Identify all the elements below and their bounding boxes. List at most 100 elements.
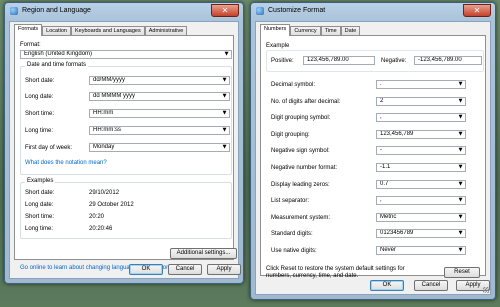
tab-formats[interactable]: Formats bbox=[14, 24, 43, 36]
positive-example-field: 123,456,789.00 bbox=[303, 56, 375, 65]
long-date-value: dd MMMM yyyy bbox=[93, 93, 135, 99]
setting-label: List separator: bbox=[271, 198, 310, 205]
setting-value: - bbox=[380, 147, 382, 154]
setting-select[interactable]: . ▼ bbox=[376, 80, 466, 89]
setting-label: Digit grouping symbol: bbox=[271, 115, 331, 122]
setting-select[interactable]: 123,456,789 ▼ bbox=[376, 129, 466, 139]
negative-example-field: -123,456,789.00 bbox=[414, 56, 482, 65]
reset-hint-line-1: Click Reset to restore the system defaul… bbox=[266, 266, 405, 272]
setting-value: . bbox=[380, 81, 382, 87]
reset-hint-line-2: numbers, currency, time, and date. bbox=[266, 273, 359, 279]
additional-settings-button[interactable]: Additional settings... bbox=[170, 248, 237, 259]
short-time-label: Short time: bbox=[25, 111, 55, 117]
group-title: Date and time formats bbox=[25, 62, 89, 68]
setting-select[interactable]: -1.1 ▼ bbox=[376, 163, 466, 172]
format-value: English (United Kingdom) bbox=[24, 51, 93, 57]
setting-select[interactable]: 2 ▼ bbox=[376, 96, 466, 106]
globe-icon bbox=[256, 7, 264, 15]
setting-value: Metric bbox=[380, 213, 397, 220]
client-area: Numbers Currency Time Date Example Posit… bbox=[255, 21, 491, 295]
short-date-label: Short date: bbox=[25, 78, 55, 84]
chevron-down-icon: ▼ bbox=[458, 114, 463, 121]
setting-label: Decimal symbol: bbox=[271, 82, 316, 88]
region-language-window: Region and Language ✕ Formats Location K… bbox=[4, 2, 244, 284]
example-short-date-value: 29/10/2012 bbox=[89, 190, 120, 196]
long-date-select[interactable]: dd MMMM yyyy ▼ bbox=[89, 92, 230, 101]
setting-value: -1.1 bbox=[380, 164, 391, 170]
window-title: Customize Format bbox=[268, 7, 326, 14]
formats-panel: Format: English (United Kingdom) ▼ Date … bbox=[14, 35, 237, 271]
first-day-select[interactable]: Monday ▼ bbox=[89, 143, 230, 152]
setting-value: Never bbox=[380, 247, 397, 253]
example-short-time-value: 20:20 bbox=[89, 214, 105, 220]
ok-button[interactable]: OK bbox=[370, 280, 404, 291]
example-label: Example bbox=[266, 43, 290, 49]
chevron-down-icon: ▼ bbox=[458, 97, 463, 104]
setting-select[interactable]: Metric ▼ bbox=[376, 212, 466, 222]
setting-value: , bbox=[380, 114, 382, 121]
chevron-down-icon: ▼ bbox=[222, 110, 227, 116]
chevron-down-icon: ▼ bbox=[458, 197, 463, 204]
short-time-select[interactable]: HH:mm ▼ bbox=[89, 109, 230, 118]
setting-label: Digit grouping: bbox=[271, 131, 310, 138]
setting-label: Use native digits: bbox=[271, 248, 317, 254]
example-long-date-value: 29 October 2012 bbox=[89, 202, 134, 208]
chevron-down-icon: ▼ bbox=[222, 144, 227, 150]
short-date-select[interactable]: dd/MM/yyyy ▼ bbox=[89, 76, 230, 85]
setting-select[interactable]: Never ▼ bbox=[376, 246, 466, 255]
title-bar[interactable]: Region and Language ✕ bbox=[5, 3, 243, 19]
title-bar[interactable]: Customize Format ✕ bbox=[251, 3, 495, 19]
setting-label: Negative sign symbol: bbox=[271, 148, 330, 155]
group-title: Examples bbox=[25, 178, 56, 184]
setting-select[interactable]: , ▼ bbox=[376, 196, 466, 206]
resize-grip[interactable] bbox=[483, 287, 489, 293]
chevron-down-icon: ▼ bbox=[224, 51, 229, 57]
chevron-down-icon: ▼ bbox=[458, 130, 463, 137]
chevron-down-icon: ▼ bbox=[458, 230, 463, 237]
setting-label: No. of digits after decimal: bbox=[271, 98, 341, 105]
format-select[interactable]: English (United Kingdom) ▼ bbox=[20, 50, 232, 59]
format-label: Format: bbox=[20, 42, 41, 48]
setting-select[interactable]: - ▼ bbox=[376, 146, 466, 156]
globe-icon bbox=[10, 7, 18, 15]
short-time-value: HH:mm bbox=[93, 110, 114, 116]
setting-select[interactable]: 0.7 ▼ bbox=[376, 179, 466, 189]
setting-label: Measurement system: bbox=[271, 214, 331, 221]
chevron-down-icon: ▼ bbox=[222, 93, 227, 99]
first-day-value: Monday bbox=[93, 144, 115, 150]
short-date-value: dd/MM/yyyy bbox=[93, 77, 126, 83]
tab-numbers[interactable]: Numbers bbox=[260, 24, 291, 36]
example-short-date-label: Short date: bbox=[25, 190, 55, 196]
cancel-button[interactable]: Cancel bbox=[414, 280, 448, 291]
chevron-down-icon: ▼ bbox=[458, 247, 463, 253]
chevron-down-icon: ▼ bbox=[458, 213, 463, 220]
setting-value: , bbox=[380, 197, 382, 204]
setting-select[interactable]: , ▼ bbox=[376, 113, 466, 123]
setting-label: Standard digits: bbox=[271, 231, 313, 238]
ok-button[interactable]: OK bbox=[129, 264, 163, 275]
numbers-panel: Example Positive: 123,456,789.00 Negativ… bbox=[260, 35, 486, 279]
reset-button[interactable]: Reset bbox=[444, 267, 480, 278]
apply-button[interactable]: Apply bbox=[207, 264, 241, 275]
setting-value: 0123456789 bbox=[380, 230, 414, 237]
example-short-time-label: Short time: bbox=[25, 214, 55, 220]
close-icon[interactable]: ✕ bbox=[463, 4, 491, 17]
setting-label: Display leading zeros: bbox=[271, 181, 330, 188]
first-day-label: First day of week: bbox=[25, 145, 73, 151]
setting-value: 2 bbox=[380, 97, 384, 104]
positive-label: Positive: bbox=[271, 58, 294, 64]
example-long-time-label: Long time: bbox=[25, 226, 54, 232]
customize-format-window: Customize Format ✕ Numbers Currency Time… bbox=[250, 2, 496, 300]
notation-link[interactable]: What does the notation mean? bbox=[25, 160, 107, 166]
negative-label: Negative: bbox=[381, 58, 407, 64]
chevron-down-icon: ▼ bbox=[458, 81, 463, 87]
cancel-button[interactable]: Cancel bbox=[168, 264, 202, 275]
window-title: Region and Language bbox=[22, 7, 91, 14]
example-long-date-label: Long date: bbox=[25, 202, 54, 208]
close-icon[interactable]: ✕ bbox=[211, 4, 239, 17]
setting-select[interactable]: 0123456789 ▼ bbox=[376, 229, 466, 239]
setting-value: 0.7 bbox=[380, 180, 389, 187]
chevron-down-icon: ▼ bbox=[222, 127, 227, 133]
long-time-select[interactable]: HH:mm:ss ▼ bbox=[89, 126, 230, 135]
tab-strip: Numbers Currency Time Date bbox=[260, 24, 361, 36]
